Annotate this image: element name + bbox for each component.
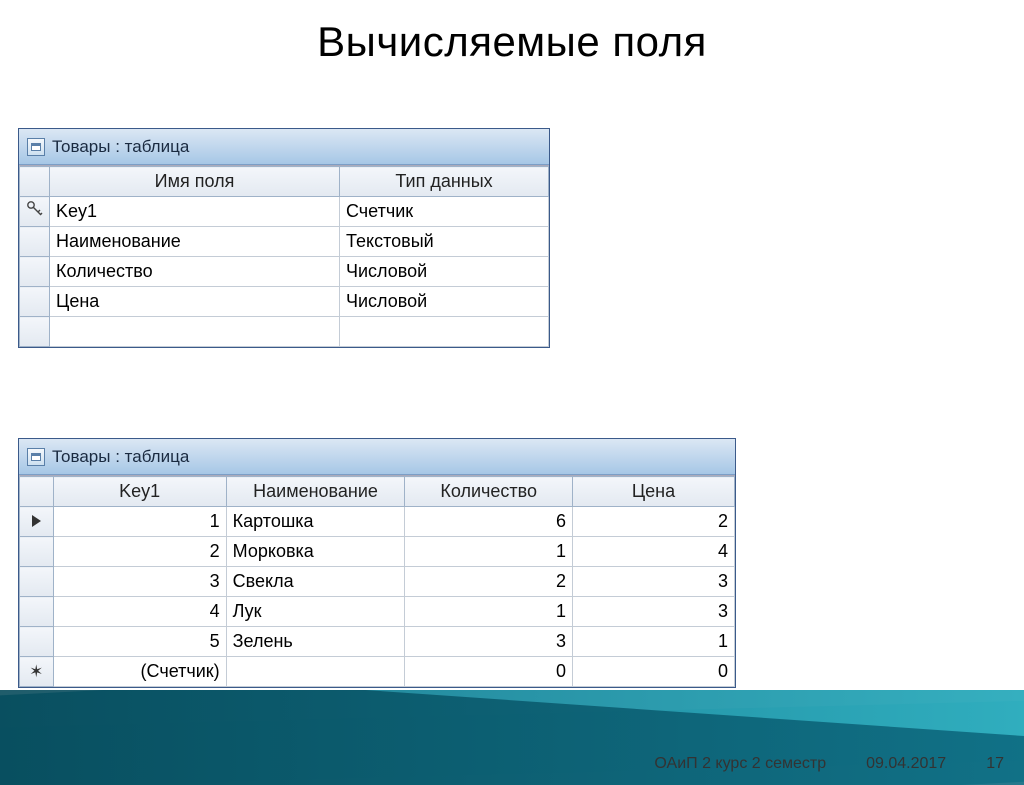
new-record-row[interactable]: ✶ (Счетчик) 0 0 bbox=[20, 657, 735, 687]
table-icon bbox=[27, 448, 45, 466]
field-row[interactable]: Количество Числовой bbox=[20, 257, 549, 287]
col-header-fieldname[interactable]: Имя поля bbox=[50, 167, 340, 197]
current-record-icon bbox=[32, 515, 41, 527]
cell-key1[interactable]: 2 bbox=[53, 537, 226, 567]
cell-key1[interactable]: 5 bbox=[53, 627, 226, 657]
row-selector-new[interactable]: ✶ bbox=[20, 657, 54, 687]
cell-qty-new[interactable]: 0 bbox=[405, 657, 573, 687]
data-row[interactable]: 5 Зелень 3 1 bbox=[20, 627, 735, 657]
row-selector-current[interactable] bbox=[20, 507, 54, 537]
row-selector[interactable] bbox=[20, 317, 50, 347]
cell-qty[interactable]: 6 bbox=[405, 507, 573, 537]
footer-course: ОАиП 2 курс 2 семестр bbox=[654, 755, 826, 773]
footer-date: 09.04.2017 bbox=[866, 755, 946, 773]
field-row-empty[interactable] bbox=[20, 317, 549, 347]
col-header-datatype[interactable]: Тип данных bbox=[340, 167, 549, 197]
cell-qty[interactable]: 2 bbox=[405, 567, 573, 597]
field-name-cell[interactable]: Цена bbox=[50, 287, 340, 317]
cell-price[interactable]: 3 bbox=[573, 597, 735, 627]
row-selector[interactable] bbox=[20, 567, 54, 597]
data-type-cell[interactable]: Счетчик bbox=[340, 197, 549, 227]
row-selector[interactable] bbox=[20, 537, 54, 567]
data-type-cell[interactable]: Числовой bbox=[340, 287, 549, 317]
data-row[interactable]: 1 Картошка 6 2 bbox=[20, 507, 735, 537]
cell-price[interactable]: 1 bbox=[573, 627, 735, 657]
field-row[interactable]: Цена Числовой bbox=[20, 287, 549, 317]
field-row[interactable]: Наименование Текстовый bbox=[20, 227, 549, 257]
row-selector[interactable] bbox=[20, 287, 50, 317]
data-row[interactable]: 3 Свекла 2 3 bbox=[20, 567, 735, 597]
field-row[interactable]: Key1 Счетчик bbox=[20, 197, 549, 227]
row-selector[interactable] bbox=[20, 227, 50, 257]
cell-price[interactable]: 2 bbox=[573, 507, 735, 537]
cell-price[interactable]: 3 bbox=[573, 567, 735, 597]
col-header-price[interactable]: Цена bbox=[573, 477, 735, 507]
primary-key-icon bbox=[26, 200, 44, 218]
col-header-qty[interactable]: Количество bbox=[405, 477, 573, 507]
cell-qty[interactable]: 1 bbox=[405, 537, 573, 567]
slide-footer: ОАиП 2 курс 2 семестр 09.04.2017 17 bbox=[654, 755, 1004, 773]
row-selector[interactable] bbox=[20, 627, 54, 657]
titlebar-datasheet[interactable]: Товары : таблица bbox=[19, 439, 735, 475]
cell-name[interactable]: Морковка bbox=[226, 537, 405, 567]
new-record-icon: ✶ bbox=[29, 662, 43, 681]
col-header-key1[interactable]: Key1 bbox=[53, 477, 226, 507]
titlebar-design[interactable]: Товары : таблица bbox=[19, 129, 549, 165]
cell-qty[interactable]: 1 bbox=[405, 597, 573, 627]
cell-key1[interactable]: 4 bbox=[53, 597, 226, 627]
footer-page: 17 bbox=[986, 755, 1004, 773]
slide-title: Вычисляемые поля bbox=[0, 18, 1024, 66]
field-name-cell[interactable]: Key1 bbox=[50, 197, 340, 227]
field-name-cell[interactable]: Количество bbox=[50, 257, 340, 287]
field-name-cell[interactable]: Наименование bbox=[50, 227, 340, 257]
field-name-cell[interactable] bbox=[50, 317, 340, 347]
cell-name-new[interactable] bbox=[226, 657, 405, 687]
cell-name[interactable]: Зелень bbox=[226, 627, 405, 657]
design-table: Имя поля Тип данных Key1 Счетчик Наимено… bbox=[19, 166, 549, 347]
cell-name[interactable]: Свекла bbox=[226, 567, 405, 597]
data-row[interactable]: 2 Морковка 1 4 bbox=[20, 537, 735, 567]
cell-key1[interactable]: 3 bbox=[53, 567, 226, 597]
data-row[interactable]: 4 Лук 1 3 bbox=[20, 597, 735, 627]
cell-price-new[interactable]: 0 bbox=[573, 657, 735, 687]
table-icon bbox=[27, 138, 45, 156]
data-type-cell[interactable]: Числовой bbox=[340, 257, 549, 287]
cell-key1[interactable]: 1 bbox=[53, 507, 226, 537]
data-type-cell[interactable] bbox=[340, 317, 549, 347]
data-type-cell[interactable]: Текстовый bbox=[340, 227, 549, 257]
datasheet-table: Key1 Наименование Количество Цена 1 Карт… bbox=[19, 476, 735, 687]
corner-cell[interactable] bbox=[20, 167, 50, 197]
cell-name[interactable]: Картошка bbox=[226, 507, 405, 537]
datasheet-window: Товары : таблица Key1 Наименование Колич… bbox=[18, 438, 736, 688]
cell-qty[interactable]: 3 bbox=[405, 627, 573, 657]
titlebar-caption: Товары : таблица bbox=[52, 447, 189, 467]
corner-cell[interactable] bbox=[20, 477, 54, 507]
col-header-name[interactable]: Наименование bbox=[226, 477, 405, 507]
row-selector[interactable] bbox=[20, 597, 54, 627]
row-selector[interactable] bbox=[20, 197, 50, 227]
cell-name[interactable]: Лук bbox=[226, 597, 405, 627]
titlebar-caption: Товары : таблица bbox=[52, 137, 189, 157]
row-selector[interactable] bbox=[20, 257, 50, 287]
cell-key1-new[interactable]: (Счетчик) bbox=[53, 657, 226, 687]
design-view-window: Товары : таблица Имя поля Тип данных Key… bbox=[18, 128, 550, 348]
cell-price[interactable]: 4 bbox=[573, 537, 735, 567]
